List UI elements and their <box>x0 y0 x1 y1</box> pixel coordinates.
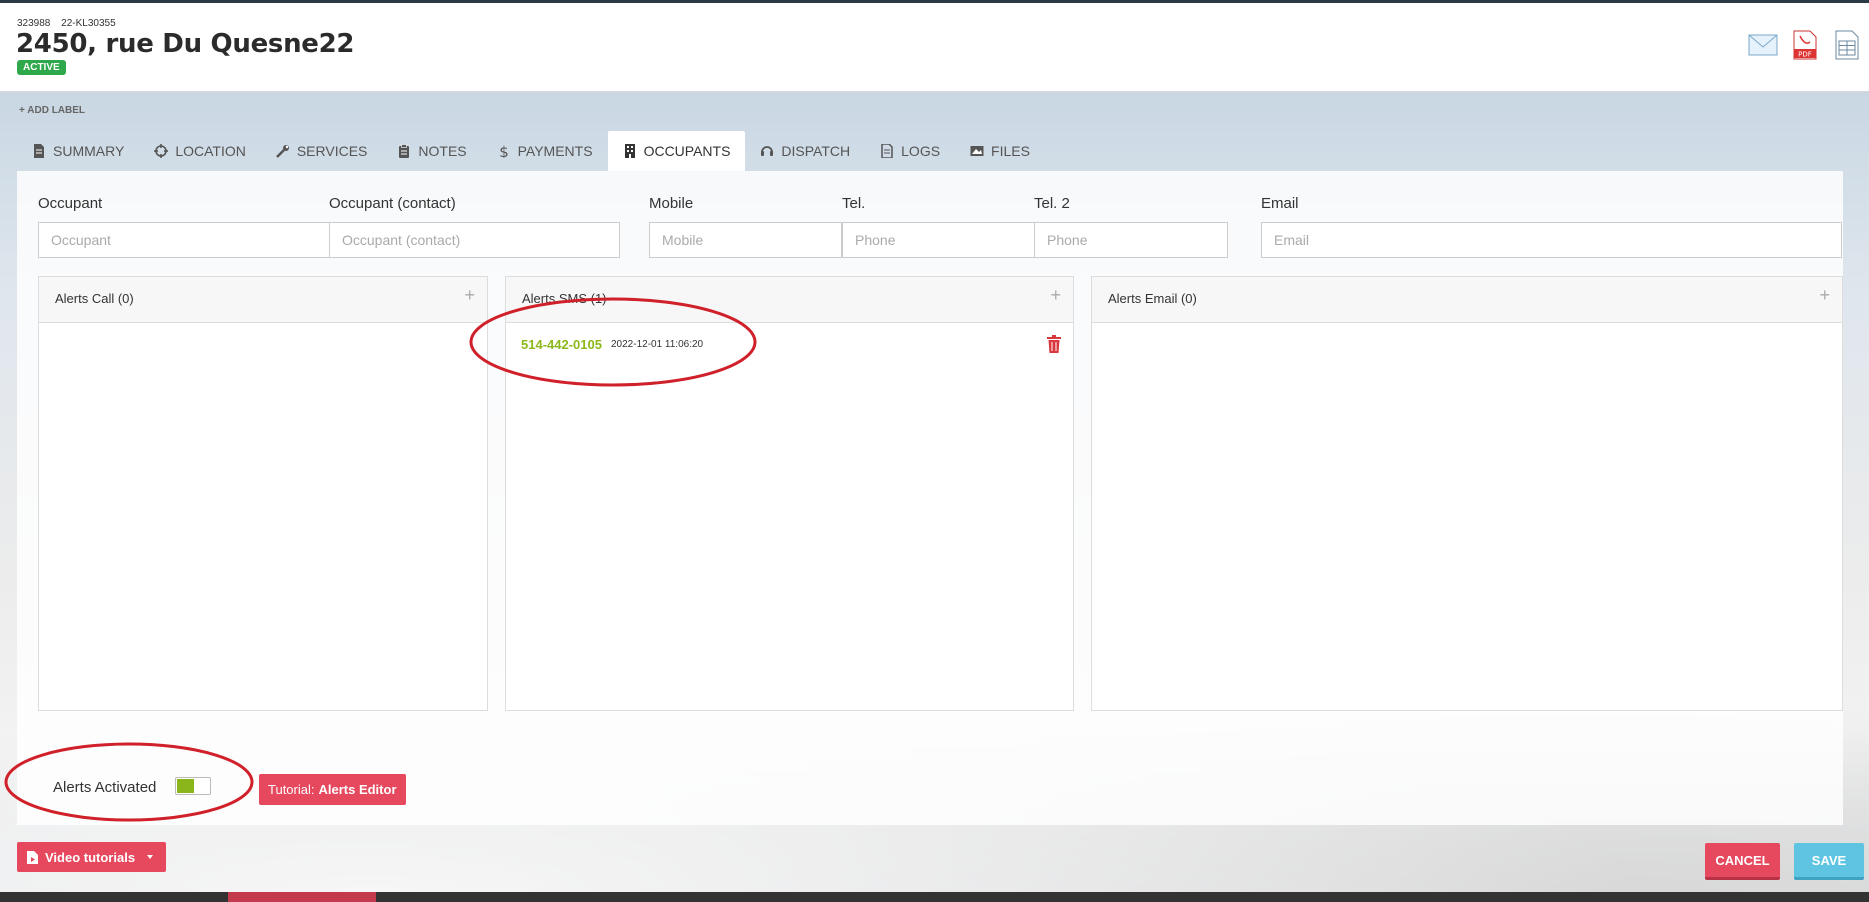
alerts-sms-header: Alerts SMS (1) + <box>506 277 1073 323</box>
tab-label: OCCUPANTS <box>643 143 731 159</box>
occupant-input[interactable] <box>38 222 330 258</box>
mobile-input[interactable] <box>649 222 842 258</box>
alerts-email-box: Alerts Email (0) + <box>1091 276 1843 711</box>
add-call-alert-icon[interactable]: + <box>464 286 475 304</box>
video-file-icon <box>27 850 38 864</box>
cancel-button[interactable]: CANCEL <box>1705 843 1780 880</box>
alerts-email-title: Alerts Email (0) <box>1108 291 1197 306</box>
video-tutorials-label: Video tutorials <box>45 849 136 865</box>
occupant-label: Occupant <box>38 195 103 212</box>
email-label: Email <box>1261 195 1299 212</box>
status-badge: ACTIVE <box>17 60 66 75</box>
occupant-contact-input[interactable] <box>329 222 620 258</box>
save-button[interactable]: SAVE <box>1794 843 1864 880</box>
tel2-label: Tel. 2 <box>1034 195 1070 212</box>
email-icon[interactable] <box>1747 29 1779 61</box>
wrench-icon <box>275 145 289 158</box>
page-header: 323988 22-KL30355 2450, rue Du Quesne22 … <box>0 3 1869 92</box>
list-item: 514-442-0105 2022-12-01 11:06:20 <box>506 323 1073 367</box>
tab-notes[interactable]: NOTES <box>382 131 481 171</box>
alerts-activated-toggle[interactable] <box>175 777 211 795</box>
add-sms-alert-icon[interactable]: + <box>1050 286 1061 304</box>
tutorial-name: Alerts Editor <box>318 782 397 797</box>
tel-label: Tel. <box>842 195 866 212</box>
tab-files[interactable]: FILES <box>955 131 1045 171</box>
pdf-icon[interactable]: PDF <box>1789 29 1821 61</box>
tab-label: DISPATCH <box>781 143 851 159</box>
tab-dispatch[interactable]: DISPATCH <box>745 131 865 171</box>
alerts-sms-box: Alerts SMS (1) + 514-442-0105 2022-12-01… <box>505 276 1074 711</box>
crosshair-icon <box>154 144 169 158</box>
tel2-input[interactable] <box>1034 222 1228 258</box>
dollar-icon: $ <box>499 144 509 158</box>
alerts-sms-title: Alerts SMS (1) <box>522 291 607 306</box>
tab-label: NOTES <box>418 143 467 159</box>
tab-label: SUMMARY <box>53 143 125 159</box>
add-label-link[interactable]: + ADD LABEL <box>19 105 85 116</box>
header-actions: PDF <box>1747 29 1863 61</box>
tab-logs[interactable]: LOGS <box>865 131 955 171</box>
tab-location[interactable]: LOCATION <box>139 131 261 171</box>
occupant-contact-label: Occupant (contact) <box>329 195 456 212</box>
bottom-strip <box>0 892 1869 902</box>
spreadsheet-icon[interactable] <box>1831 29 1863 61</box>
image-icon <box>970 146 984 156</box>
bottom-red-tab <box>228 892 376 902</box>
alerts-email-header: Alerts Email (0) + <box>1092 277 1842 323</box>
trash-icon[interactable] <box>1047 335 1061 353</box>
caret-down-icon <box>147 855 154 859</box>
tab-services[interactable]: SERVICES <box>261 131 383 171</box>
tel-input[interactable] <box>842 222 1035 258</box>
page-title: 2450, rue Du Quesne22 <box>16 29 355 59</box>
tab-label: SERVICES <box>296 143 368 159</box>
add-email-alert-icon[interactable]: + <box>1819 286 1830 304</box>
headset-icon <box>761 146 774 156</box>
video-tutorials-button[interactable]: Video tutorials <box>17 842 167 872</box>
record-ids: 323988 22-KL30355 <box>17 18 124 29</box>
log-icon <box>881 144 893 158</box>
toggle-on-indicator <box>177 779 194 793</box>
reference-id: 22-KL30355 <box>61 18 116 29</box>
mobile-label: Mobile <box>649 195 694 212</box>
tutorial-prefix: Tutorial: <box>268 782 315 797</box>
occupants-panel: Occupant Occupant (contact) Mobile Tel. … <box>17 171 1843 825</box>
tab-label: PAYMENTS <box>517 143 593 159</box>
alerts-call-header: Alerts Call (0) + <box>39 277 487 323</box>
document-icon <box>34 144 44 158</box>
tab-label: FILES <box>991 143 1030 159</box>
tab-bar: SUMMARY LOCATION SERVICES NOTES $ PAYMEN… <box>17 131 1045 171</box>
tab-summary[interactable]: SUMMARY <box>17 131 139 171</box>
tab-label: LOGS <box>901 143 941 159</box>
alert-timestamp: 2022-12-01 11:06:20 <box>611 339 704 350</box>
tab-label: LOCATION <box>175 143 246 159</box>
tutorial-alerts-editor-button[interactable]: Tutorial: Alerts Editor <box>259 774 406 805</box>
email-input[interactable] <box>1261 222 1842 258</box>
svg-text:$: $ <box>499 144 509 158</box>
record-id: 323988 <box>17 18 51 29</box>
alerts-call-title: Alerts Call (0) <box>55 291 134 306</box>
building-icon <box>624 144 635 158</box>
alerts-call-box: Alerts Call (0) + <box>38 276 488 711</box>
alert-phone[interactable]: 514-442-0105 <box>521 337 602 352</box>
clipboard-icon <box>399 144 410 158</box>
svg-text:PDF: PDF <box>1798 51 1812 59</box>
tab-occupants[interactable]: OCCUPANTS <box>607 131 746 171</box>
tab-payments[interactable]: $ PAYMENTS <box>482 131 608 171</box>
alerts-activated-label: Alerts Activated <box>53 779 157 796</box>
